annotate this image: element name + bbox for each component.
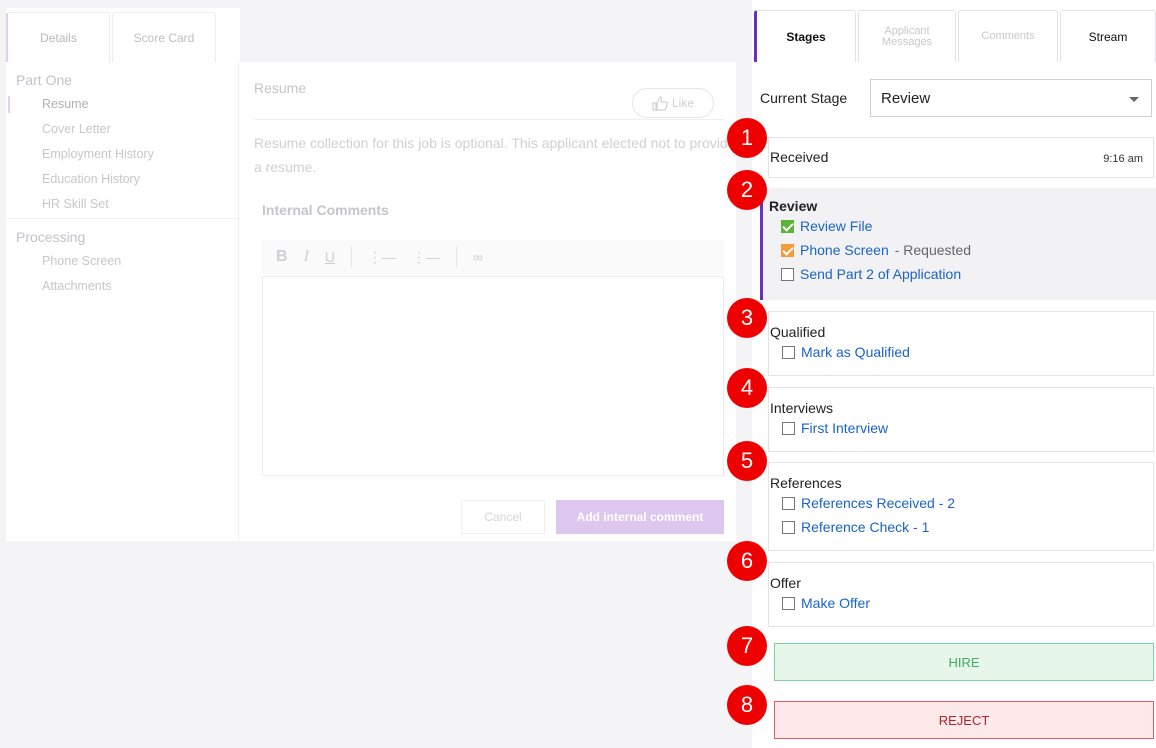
right-tabs: Stages Applicant Messages Comments Strea… xyxy=(752,10,1156,62)
task-review-file[interactable]: Review File xyxy=(768,214,1156,238)
task-link[interactable]: Mark as Qualified xyxy=(801,344,910,360)
hire-button[interactable]: HIRE xyxy=(774,643,1154,681)
like-button[interactable]: Like xyxy=(632,88,714,118)
step-badge-4: 4 xyxy=(727,368,767,408)
stage-title: Interviews xyxy=(770,400,834,416)
italic-icon[interactable]: I xyxy=(304,248,309,266)
task-mark-as-qualified[interactable]: Mark as Qualified xyxy=(769,340,1153,364)
internal-comments-title: Internal Comments xyxy=(262,202,389,218)
stage-title: Received xyxy=(770,149,829,165)
left-tabs: Details Score Card xyxy=(6,12,216,62)
step-badge-6: 6 xyxy=(727,541,767,581)
stage-received[interactable]: Received 9:16 am xyxy=(768,137,1154,178)
resume-title: Resume xyxy=(254,80,307,96)
checkbox[interactable] xyxy=(782,520,795,534)
current-stage-label: Current Stage xyxy=(760,90,848,106)
nav-item-attachments[interactable]: Attachments xyxy=(6,274,238,299)
tab-comments[interactable]: Comments xyxy=(958,10,1058,62)
task-make-offer[interactable]: Make Offer xyxy=(769,591,1153,615)
task-link[interactable]: First Interview xyxy=(801,420,888,436)
nav-item-education-history[interactable]: Education History xyxy=(6,167,238,192)
checkbox[interactable] xyxy=(782,496,795,510)
stage-qualified[interactable]: Qualified Mark as Qualified xyxy=(768,311,1154,376)
stages-panel: Stages Applicant Messages Comments Strea… xyxy=(752,0,1156,748)
nav-group-part-one: Part One xyxy=(16,72,73,88)
current-stage-select[interactable]: Review xyxy=(870,79,1152,117)
stage-offer[interactable]: Offer Make Offer xyxy=(768,562,1154,627)
task-link[interactable]: Reference Check - 1 xyxy=(801,519,929,535)
bullet-list-icon[interactable]: ⋮— xyxy=(368,249,396,266)
checkbox[interactable] xyxy=(782,345,795,359)
like-label: Like xyxy=(671,96,694,110)
stage-title: Qualified xyxy=(770,324,826,340)
nav-item-employment-history[interactable]: Employment History xyxy=(6,142,238,167)
numbered-list-icon[interactable]: ⋮— xyxy=(412,249,440,266)
task-link[interactable]: Make Offer xyxy=(801,595,870,611)
resume-message: Resume collection for this job is option… xyxy=(254,135,736,175)
resume-content: Resume Like Resume collection for this j… xyxy=(254,62,736,541)
chevron-down-icon xyxy=(1129,97,1139,102)
toolbar-divider xyxy=(456,246,458,268)
task-status: - Requested xyxy=(894,242,972,258)
tab-stream[interactable]: Stream xyxy=(1060,10,1156,62)
tab-score-card[interactable]: Score Card xyxy=(112,12,216,62)
stage-time: 9:16 am xyxy=(1103,153,1143,165)
step-badge-7: 7 xyxy=(727,626,767,666)
task-link[interactable]: Review File xyxy=(800,218,872,234)
task-first-interview[interactable]: First Interview xyxy=(769,416,1153,440)
task-reference-check[interactable]: Reference Check - 1 xyxy=(769,515,1153,539)
stage-interviews[interactable]: Interviews First Interview xyxy=(768,387,1154,452)
details-panel: Details Score Card Part One Resume Cover… xyxy=(6,8,736,541)
thumbs-up-icon xyxy=(652,95,668,111)
stage-title: Review xyxy=(769,198,818,214)
toolbar-divider xyxy=(351,246,353,268)
task-send-part-2[interactable]: Send Part 2 of Application xyxy=(768,262,1156,286)
task-link[interactable]: Phone Screen xyxy=(800,242,889,258)
tab-stages[interactable]: Stages xyxy=(754,10,856,62)
comment-editor[interactable] xyxy=(262,276,724,476)
stage-title: Offer xyxy=(770,575,801,591)
current-stage-row: Current Stage Review xyxy=(760,78,1156,118)
task-phone-screen[interactable]: Phone Screen - Requested xyxy=(768,238,1156,262)
stage-review[interactable]: Review Review File Phone Screen - Reques… xyxy=(760,188,1156,300)
resume-header: Resume Like xyxy=(254,74,724,120)
step-badge-5: 5 xyxy=(727,441,767,481)
bold-icon[interactable]: B xyxy=(276,248,288,266)
checkbox-checked[interactable] xyxy=(781,219,794,233)
task-link[interactable]: Send Part 2 of Application xyxy=(800,266,961,282)
details-nav: Part One Resume Cover Letter Employment … xyxy=(6,62,239,541)
nav-item-hr-skill-set[interactable]: HR Skill Set xyxy=(6,192,238,217)
checkbox[interactable] xyxy=(782,596,795,610)
nav-item-resume[interactable]: Resume xyxy=(6,92,238,117)
checkbox[interactable] xyxy=(781,267,794,281)
step-badge-8: 8 xyxy=(727,685,767,725)
step-badge-2: 2 xyxy=(727,170,767,210)
task-link[interactable]: References Received - 2 xyxy=(801,495,955,511)
tab-details[interactable]: Details xyxy=(6,12,110,62)
tabbar-background xyxy=(240,8,736,62)
stage-title: References xyxy=(770,475,842,491)
current-stage-value: Review xyxy=(881,89,931,107)
step-badge-1: 1 xyxy=(727,118,767,158)
underline-icon[interactable]: U xyxy=(325,249,335,265)
tab-applicant-messages[interactable]: Applicant Messages xyxy=(858,10,956,62)
nav-group-processing: Processing xyxy=(16,229,86,245)
add-internal-comment-button[interactable]: Add internal comment xyxy=(556,500,724,534)
nav-item-cover-letter[interactable]: Cover Letter xyxy=(6,117,238,142)
stage-references[interactable]: References References Received - 2 Refer… xyxy=(768,462,1154,551)
nav-divider xyxy=(6,218,238,219)
tab-applicant-messages-line1: Applicant xyxy=(884,24,930,37)
link-icon[interactable]: ∞ xyxy=(473,249,483,265)
reject-button[interactable]: REJECT xyxy=(774,701,1154,739)
step-badge-3: 3 xyxy=(727,298,767,338)
task-references-received[interactable]: References Received - 2 xyxy=(769,491,1153,515)
checkbox-requested[interactable] xyxy=(781,243,794,257)
cancel-button[interactable]: Cancel xyxy=(461,500,545,534)
tab-applicant-messages-line2: Messages xyxy=(881,35,933,48)
editor-toolbar: B I U ⋮— ⋮— ∞ xyxy=(262,240,724,274)
checkbox[interactable] xyxy=(782,421,795,435)
nav-item-phone-screen[interactable]: Phone Screen xyxy=(6,249,238,274)
